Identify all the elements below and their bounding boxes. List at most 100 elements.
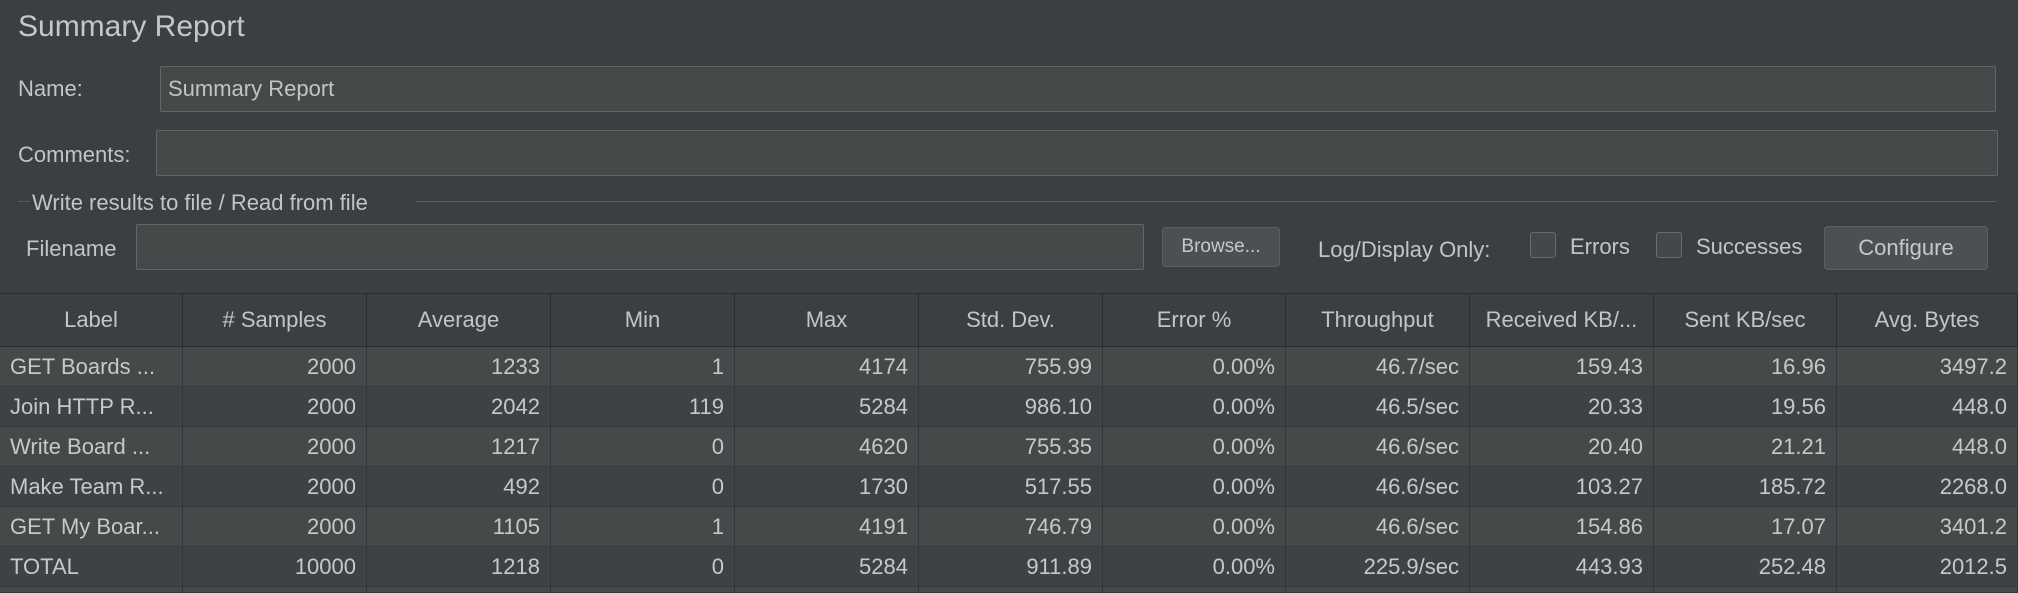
table-row[interactable]: Write Board ... 2000 1217 0 4620 755.35 0.00% 4… <box>0 427 2018 467</box>
column-header[interactable]: Error % <box>1103 294 1286 347</box>
table-cell: 10000 <box>183 547 367 587</box>
table-cell-empty <box>183 587 367 593</box>
table-cell: 1218 <box>367 547 551 587</box>
column-header[interactable]: Throughput <box>1286 294 1470 347</box>
column-header[interactable]: Min <box>551 294 735 347</box>
table-cell: 517.55 <box>919 467 1103 507</box>
table-cell: TOTAL <box>0 547 183 587</box>
table-cell: 0.00% <box>1103 387 1286 427</box>
table-cell-empty <box>1103 587 1286 593</box>
table-cell: 448.0 <box>1837 387 2018 427</box>
table-cell: 119 <box>551 387 735 427</box>
table-cell: 0.00% <box>1103 507 1286 547</box>
comments-label: Comments: <box>18 142 131 167</box>
table-row[interactable]: Make Team R... 2000 492 0 1730 517.55 0.00% 46.… <box>0 467 2018 507</box>
table-cell: 4174 <box>735 347 919 387</box>
table-cell-empty <box>1286 587 1470 593</box>
table-cell: GET My Boar... <box>0 507 183 547</box>
table-row-empty <box>0 587 2018 593</box>
comments-field[interactable] <box>156 130 1998 176</box>
table-cell: 252.48 <box>1654 547 1837 587</box>
table-cell-empty <box>1654 587 1837 593</box>
table-cell: 2000 <box>183 467 367 507</box>
table-cell: 1233 <box>367 347 551 387</box>
table-cell: 185.72 <box>1654 467 1837 507</box>
errors-label: Errors <box>1570 234 1630 259</box>
table-cell: 986.10 <box>919 387 1103 427</box>
table-cell-empty <box>919 587 1103 593</box>
table-cell: 755.99 <box>919 347 1103 387</box>
table-cell: 1 <box>551 507 735 547</box>
table-row[interactable]: TOTAL 10000 1218 0 5284 911.89 0.00% 225.9/sec 4… <box>0 547 2018 587</box>
table-cell: Join HTTP R... <box>0 387 183 427</box>
name-field[interactable] <box>160 66 1996 112</box>
table-cell: 46.5/sec <box>1286 387 1470 427</box>
table-cell-empty <box>551 587 735 593</box>
configure-button[interactable]: Configure <box>1824 226 1988 270</box>
table-cell-empty <box>367 587 551 593</box>
log-display-label: Log/Display Only: <box>1318 237 1491 262</box>
table-cell: GET Boards ... <box>0 347 183 387</box>
table-cell: 16.96 <box>1654 347 1837 387</box>
successes-label: Successes <box>1696 234 1803 259</box>
name-label: Name: <box>18 76 83 101</box>
table-cell-empty <box>1470 587 1654 593</box>
column-header[interactable]: Average <box>367 294 551 347</box>
column-header[interactable]: Avg. Bytes <box>1837 294 2018 347</box>
table-cell: 21.21 <box>1654 427 1837 467</box>
table-cell: Make Team R... <box>0 467 183 507</box>
table-cell: 0.00% <box>1103 347 1286 387</box>
table-cell: 2000 <box>183 427 367 467</box>
errors-checkbox[interactable] <box>1530 232 1556 258</box>
table-cell-empty <box>735 587 919 593</box>
column-header[interactable]: Label <box>0 294 183 347</box>
table-cell: 46.6/sec <box>1286 507 1470 547</box>
table-cell: 1217 <box>367 427 551 467</box>
table-cell: 2000 <box>183 507 367 547</box>
table-cell: 5284 <box>735 387 919 427</box>
table-cell: 0 <box>551 547 735 587</box>
table-cell: 103.27 <box>1470 467 1654 507</box>
table-row[interactable]: Join HTTP R... 2000 2042 119 5284 986.10 0.00%… <box>0 387 2018 427</box>
table-cell: 159.43 <box>1470 347 1654 387</box>
table-cell: 4191 <box>735 507 919 547</box>
table-cell: 17.07 <box>1654 507 1837 547</box>
table-cell: 3497.2 <box>1837 347 2018 387</box>
table-cell: 2012.5 <box>1837 547 2018 587</box>
browse-button[interactable]: Browse... <box>1162 227 1280 267</box>
table-cell: 448.0 <box>1837 427 2018 467</box>
filename-field[interactable] <box>136 224 1144 270</box>
table-header: Label # Samples Average Min Max Std. Dev. Erro… <box>0 293 2018 347</box>
section-border-left <box>18 201 30 202</box>
table-cell: 746.79 <box>919 507 1103 547</box>
table-cell: 443.93 <box>1470 547 1654 587</box>
table-row[interactable]: GET My Boar... 2000 1105 1 4191 746.79 0.00% 46… <box>0 507 2018 547</box>
column-header[interactable]: Received KB/... <box>1470 294 1654 347</box>
table-cell: 46.6/sec <box>1286 427 1470 467</box>
table-cell: 5284 <box>735 547 919 587</box>
table-cell: Write Board ... <box>0 427 183 467</box>
successes-checkbox[interactable] <box>1656 232 1682 258</box>
column-header[interactable]: Std. Dev. <box>919 294 1103 347</box>
section-border-right <box>416 201 1996 202</box>
table-cell: 1105 <box>367 507 551 547</box>
table-cell: 492 <box>367 467 551 507</box>
file-section-legend: Write results to file / Read from file <box>32 190 368 215</box>
table-cell: 0 <box>551 427 735 467</box>
table-row[interactable]: GET Boards ... 2000 1233 1 4174 755.99 0.00% 46… <box>0 347 2018 387</box>
table-cell: 4620 <box>735 427 919 467</box>
table-cell: 0.00% <box>1103 547 1286 587</box>
table-cell-empty <box>0 587 183 593</box>
column-header[interactable]: # Samples <box>183 294 367 347</box>
table-cell: 20.40 <box>1470 427 1654 467</box>
table-cell: 911.89 <box>919 547 1103 587</box>
table-cell: 755.35 <box>919 427 1103 467</box>
table-cell: 3401.2 <box>1837 507 2018 547</box>
table-cell: 2000 <box>183 347 367 387</box>
column-header[interactable]: Max <box>735 294 919 347</box>
table-cell: 225.9/sec <box>1286 547 1470 587</box>
table-cell: 154.86 <box>1470 507 1654 547</box>
table-cell: 19.56 <box>1654 387 1837 427</box>
table-cell: 0.00% <box>1103 427 1286 467</box>
column-header[interactable]: Sent KB/sec <box>1654 294 1837 347</box>
